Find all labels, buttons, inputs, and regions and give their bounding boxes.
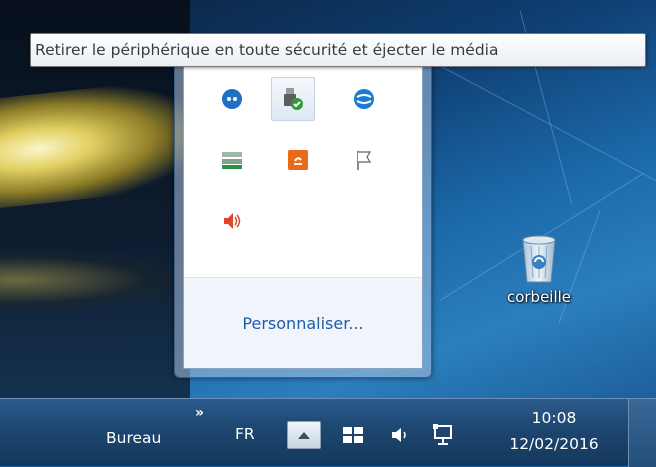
- popup-icon-area: Personnaliser...: [183, 63, 423, 369]
- taskbar: Bureau » FR 10:08 12/02/2016: [0, 398, 656, 467]
- language-indicator[interactable]: FR: [235, 425, 255, 443]
- network-icon[interactable]: [430, 421, 456, 449]
- clock-date: 12/02/2016: [509, 435, 599, 453]
- network-globe-icon[interactable]: [349, 84, 379, 114]
- action-center-flag-icon[interactable]: [349, 145, 379, 175]
- arrow-up-icon: [298, 432, 310, 439]
- show-hidden-icons-button[interactable]: [287, 421, 321, 449]
- wallpaper-shadow-streak: [0, 250, 180, 310]
- tooltip: Retirer le périphérique en toute sécurit…: [30, 33, 646, 67]
- recycle-bin[interactable]: corbeille: [494, 232, 584, 306]
- volume-icon[interactable]: [388, 423, 412, 447]
- wallpaper-light-streak: [0, 78, 190, 208]
- popup-footer: Personnaliser...: [184, 277, 422, 368]
- action-center-icon[interactable]: [340, 423, 366, 447]
- toolbar-chevron-icon[interactable]: »: [195, 405, 204, 421]
- clock-time: 10:08: [531, 409, 577, 427]
- java-update-icon[interactable]: [283, 145, 313, 175]
- show-desktop-button[interactable]: [628, 399, 656, 467]
- clock[interactable]: 10:08 12/02/2016: [494, 405, 614, 457]
- teamviewer-icon[interactable]: [217, 84, 247, 114]
- desktop-toolbar-label[interactable]: Bureau: [106, 429, 161, 447]
- battery-icon[interactable]: [217, 145, 247, 175]
- notification-overflow-popup: Personnaliser...: [174, 38, 432, 378]
- recycle-bin-label: corbeille: [506, 288, 572, 306]
- safely-remove-hardware-icon[interactable]: [271, 77, 315, 121]
- wallpaper-line: [429, 60, 656, 184]
- customize-link[interactable]: Personnaliser...: [242, 314, 363, 333]
- speaker-icon[interactable]: [217, 206, 247, 236]
- recycle-bin-icon: [522, 235, 556, 283]
